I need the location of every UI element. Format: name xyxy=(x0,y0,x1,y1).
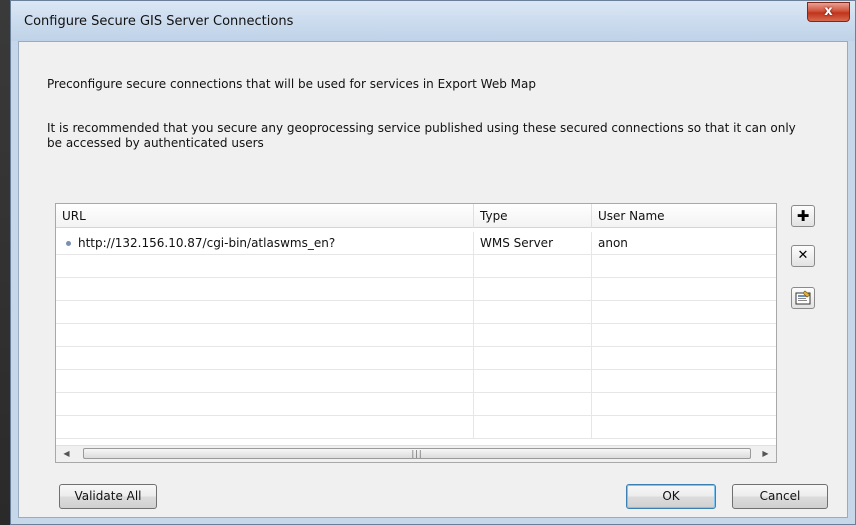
scroll-left-icon[interactable]: ◀ xyxy=(58,446,75,462)
empty-table-row xyxy=(56,324,776,347)
cell-type: WMS Server xyxy=(474,232,592,254)
edit-connection-icon xyxy=(795,290,811,305)
empty-table-row xyxy=(56,416,776,439)
title-bar[interactable]: Configure Secure GIS Server Connections … xyxy=(11,1,855,41)
edit-connection-button[interactable] xyxy=(791,287,815,309)
row-bullet-icon xyxy=(66,240,71,246)
empty-table-row xyxy=(56,278,776,301)
cancel-button[interactable]: Cancel xyxy=(732,484,828,509)
scroll-thumb[interactable]: ||| xyxy=(83,448,751,459)
horizontal-scrollbar[interactable]: ◀ ||| ▶ xyxy=(56,445,776,462)
empty-table-row xyxy=(56,393,776,416)
close-button[interactable]: x xyxy=(807,2,850,22)
intro-text: Preconfigure secure connections that wil… xyxy=(47,77,536,91)
ok-button[interactable]: OK xyxy=(626,484,716,509)
column-header-type[interactable]: Type xyxy=(474,204,592,228)
validate-all-button[interactable]: Validate All xyxy=(59,484,157,509)
add-connection-button[interactable]: ✚ xyxy=(791,205,815,227)
window-title: Configure Secure GIS Server Connections xyxy=(24,14,294,29)
url-value: http://132.156.10.87/cgi-bin/atlaswms_en… xyxy=(78,236,336,250)
recommendation-text: It is recommended that you secure any ge… xyxy=(47,121,796,150)
empty-table-row xyxy=(56,370,776,393)
remove-icon: ✕ xyxy=(797,248,809,263)
add-icon: ✚ xyxy=(796,207,810,225)
scroll-right-icon[interactable]: ▶ xyxy=(757,446,774,462)
empty-table-row xyxy=(56,301,776,324)
empty-table-row xyxy=(56,255,776,278)
table-row[interactable]: http://132.156.10.87/cgi-bin/atlaswms_en… xyxy=(56,232,776,255)
column-header-url[interactable]: URL xyxy=(56,204,474,228)
column-header-user-name[interactable]: User Name xyxy=(592,204,776,228)
cell-user-name: anon xyxy=(598,236,628,250)
desktop-background xyxy=(0,0,10,525)
remove-connection-button[interactable]: ✕ xyxy=(791,245,815,267)
cell-url: http://132.156.10.87/cgi-bin/atlaswms_en… xyxy=(56,232,474,254)
grip-icon: ||| xyxy=(411,449,423,458)
empty-table-row xyxy=(56,347,776,370)
connections-table[interactable]: URL Type User Name http://132.156.10.87/… xyxy=(55,203,777,463)
table-header: URL Type User Name xyxy=(56,204,776,228)
close-icon: x xyxy=(824,4,833,19)
